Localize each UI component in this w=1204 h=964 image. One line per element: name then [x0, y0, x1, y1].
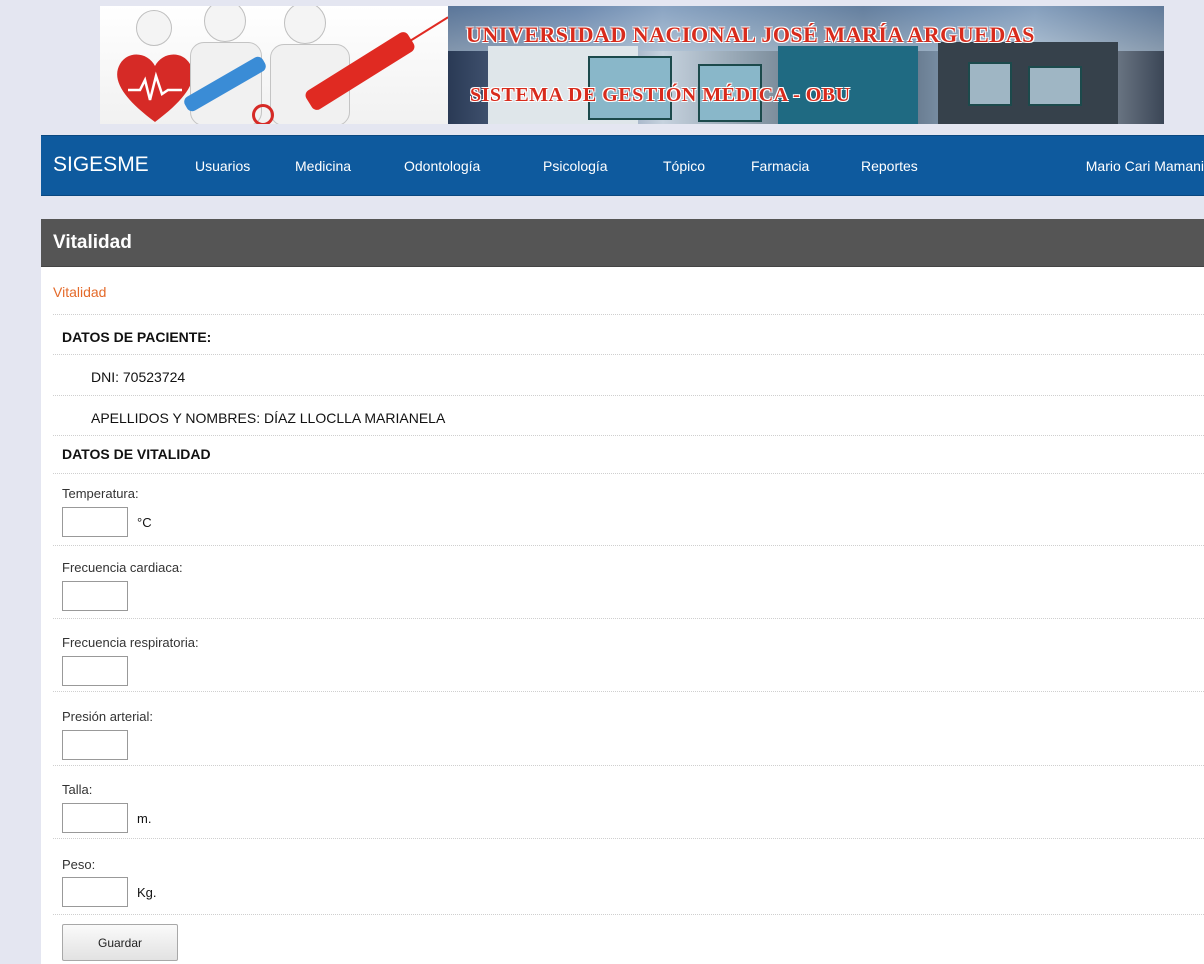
breadcrumb[interactable]: Vitalidad [53, 284, 106, 300]
field-label: Frecuencia cardiaca: [62, 560, 183, 575]
nav-item-odontologia[interactable]: Odontología [404, 158, 480, 174]
unit-label: °C [137, 515, 152, 530]
building-window [968, 62, 1012, 106]
main-navbar: SIGESME Usuarios Medicina Odontología Ps… [41, 135, 1204, 196]
doctor-figure-head [204, 6, 246, 42]
talla-input[interactable] [62, 803, 128, 833]
nav-item-usuarios[interactable]: Usuarios [195, 158, 250, 174]
user-menu[interactable]: Mario Cari Mamani [1086, 158, 1204, 174]
peso-input[interactable] [62, 877, 128, 907]
needle [403, 16, 449, 46]
divider [53, 914, 1204, 916]
field-label: Temperatura: [62, 486, 139, 501]
patient-dni: DNI: 70523724 [91, 369, 186, 385]
nav-item-psicologia[interactable]: Psicología [543, 158, 608, 174]
field-frecuencia-respiratoria: Frecuencia respiratoria: [53, 618, 1204, 692]
field-presion-arterial: Presión arterial: [53, 691, 1204, 766]
field-peso: Peso: Kg. [53, 838, 1204, 915]
patient-dni-row: DNI: 70523724 [53, 354, 1204, 395]
nav-item-reportes[interactable]: Reportes [861, 158, 918, 174]
field-label: Peso: [62, 857, 96, 872]
field-frecuencia-cardiaca: Frecuencia cardiaca: [53, 545, 1204, 619]
building-window [1028, 66, 1082, 106]
stethoscope-icon [252, 104, 274, 124]
nav-item-topico[interactable]: Tópico [663, 158, 705, 174]
unit-label: Kg. [137, 885, 157, 900]
presion-arterial-input[interactable] [62, 730, 128, 760]
nav-item-medicina[interactable]: Medicina [295, 158, 351, 174]
heart-icon [117, 54, 193, 122]
patient-section-title: DATOS DE PACIENTE: [62, 329, 212, 345]
field-label: Talla: [62, 782, 93, 797]
field-talla: Talla: m. [53, 765, 1204, 839]
panel-header: Vitalidad [41, 219, 1204, 267]
patient-section-row: DATOS DE PACIENTE: [53, 314, 1204, 355]
panel-body: Vitalidad DATOS DE PACIENTE: DNI: 705237… [41, 267, 1204, 964]
frecuencia-respiratoria-input[interactable] [62, 656, 128, 686]
frecuencia-cardiaca-input[interactable] [62, 581, 128, 611]
field-label: Frecuencia respiratoria: [62, 635, 199, 650]
doctor-figure-head [136, 10, 172, 46]
vitals-section-title: DATOS DE VITALIDAD [62, 446, 211, 462]
banner-illustration [100, 6, 449, 124]
system-title: SISTEMA DE GESTIÓN MÉDICA - OBU [470, 84, 851, 106]
nav-item-farmacia[interactable]: Farmacia [751, 158, 809, 174]
page-title: Vitalidad [53, 232, 132, 253]
field-label: Presión arterial: [62, 709, 154, 724]
doctor-figure-head [284, 6, 326, 44]
unit-label: m. [137, 811, 152, 826]
patient-name-row: APELLIDOS Y NOMBRES: DÍAZ LLOCLLA MARIAN… [53, 395, 1204, 436]
brand-link[interactable]: SIGESME [53, 153, 149, 177]
patient-name: APELLIDOS Y NOMBRES: DÍAZ LLOCLLA MARIAN… [91, 410, 446, 426]
temperatura-input[interactable] [62, 507, 128, 537]
header-banner: UNIVERSIDAD NACIONAL JOSÉ MARÍA ARGUEDAS… [100, 6, 1164, 124]
banner-photo: UNIVERSIDAD NACIONAL JOSÉ MARÍA ARGUEDAS… [448, 6, 1164, 124]
field-temperatura: Temperatura: °C [53, 473, 1204, 546]
save-button[interactable]: Guardar [62, 924, 178, 961]
vitals-section-row: DATOS DE VITALIDAD [53, 435, 1204, 474]
university-title: UNIVERSIDAD NACIONAL JOSÉ MARÍA ARGUEDAS [466, 22, 1035, 47]
